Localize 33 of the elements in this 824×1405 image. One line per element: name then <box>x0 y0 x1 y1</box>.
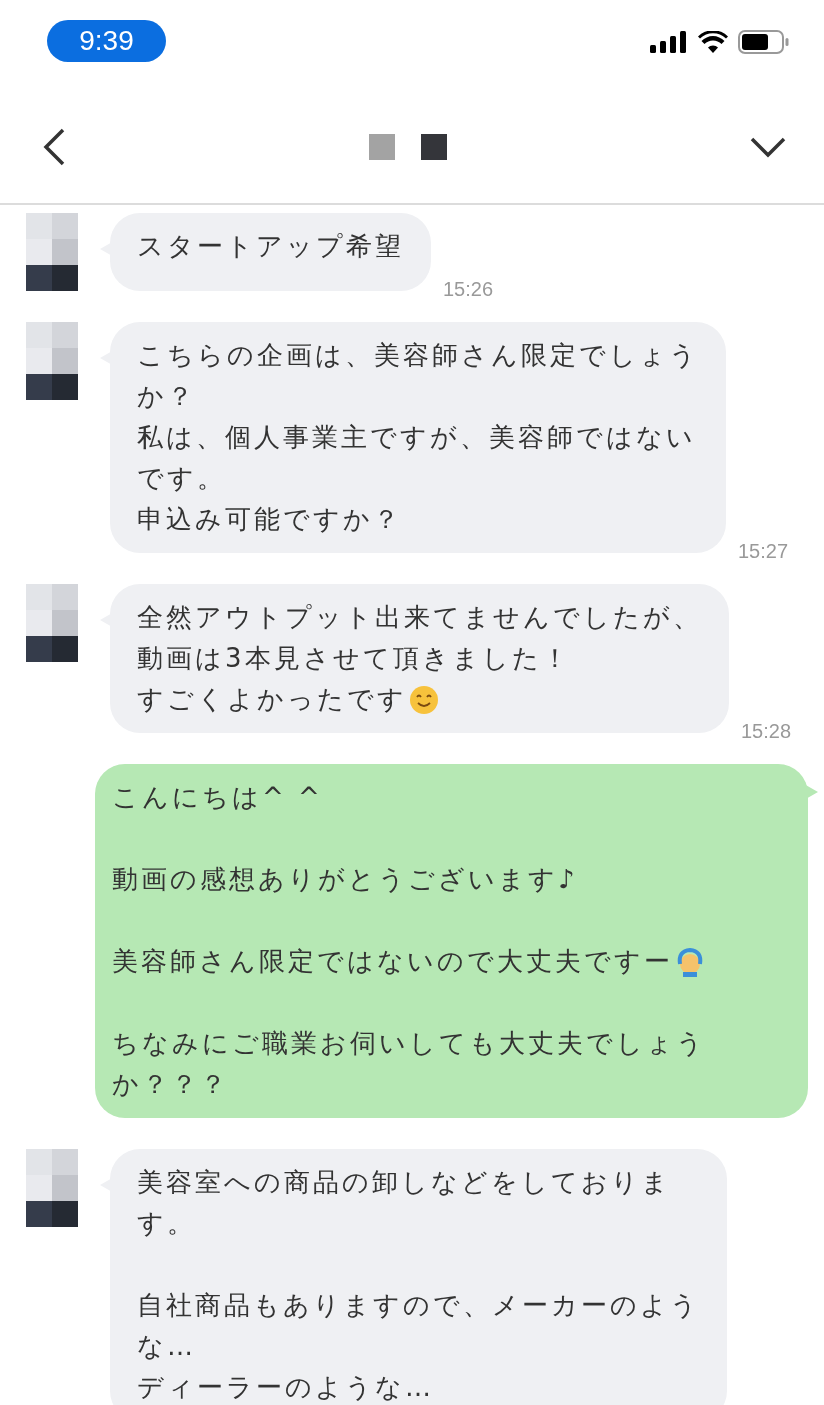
message-text: か？ <box>137 380 196 413</box>
avatar-icon[interactable] <box>26 1149 78 1227</box>
message-time: 15:26 <box>443 278 494 301</box>
message-text: です。 <box>137 462 226 495</box>
avatar-icon[interactable] <box>26 322 78 400</box>
message-text: すごくよかったです <box>137 683 407 716</box>
message-text: ちなみにご職業お伺いしても大丈夫でしょう <box>112 1027 706 1060</box>
message-text: 自社商品もありますので、メーカーのよう <box>137 1289 700 1322</box>
message-time: 15:28 <box>741 720 792 743</box>
status-time: 9:39 <box>47 20 166 62</box>
message-text: す。 <box>137 1207 196 1240</box>
message-text: 美容師さん限定ではないので大丈夫ですー <box>112 945 673 978</box>
message-text: スタートアップ希望 <box>137 230 404 263</box>
message-text: 全然アウトプット出来てませんでしたが、 <box>137 601 702 634</box>
message-text: か？？？ <box>112 1068 229 1101</box>
message-text: な… <box>137 1330 196 1363</box>
message-text: ディーラーのような… <box>137 1371 434 1404</box>
message-text: こんにちは^ ^ <box>112 781 323 814</box>
battery-icon <box>738 30 790 54</box>
chevron-down-icon[interactable] <box>750 135 786 158</box>
message-time: 15:27 <box>738 540 789 563</box>
blurred-name-icon <box>369 133 447 160</box>
avatar-icon[interactable] <box>26 213 78 291</box>
message-text: 美容室への商品の卸しなどをしておりま <box>137 1166 671 1199</box>
message-text: 動画は3本見させて頂きました！ <box>137 642 571 675</box>
message-text: こちらの企画は、美容師さん限定でしょう <box>137 339 699 372</box>
message-text: 動画の感想ありがとうございます♪ <box>112 863 578 896</box>
signal-icon <box>650 31 688 53</box>
wifi-icon <box>698 31 728 53</box>
avatar-icon[interactable] <box>26 584 78 662</box>
back-icon[interactable] <box>42 127 66 166</box>
message-text: 申込み可能ですか？ <box>137 503 402 536</box>
message-text: 私は、個人事業主ですが、美容師ではない <box>137 421 696 454</box>
